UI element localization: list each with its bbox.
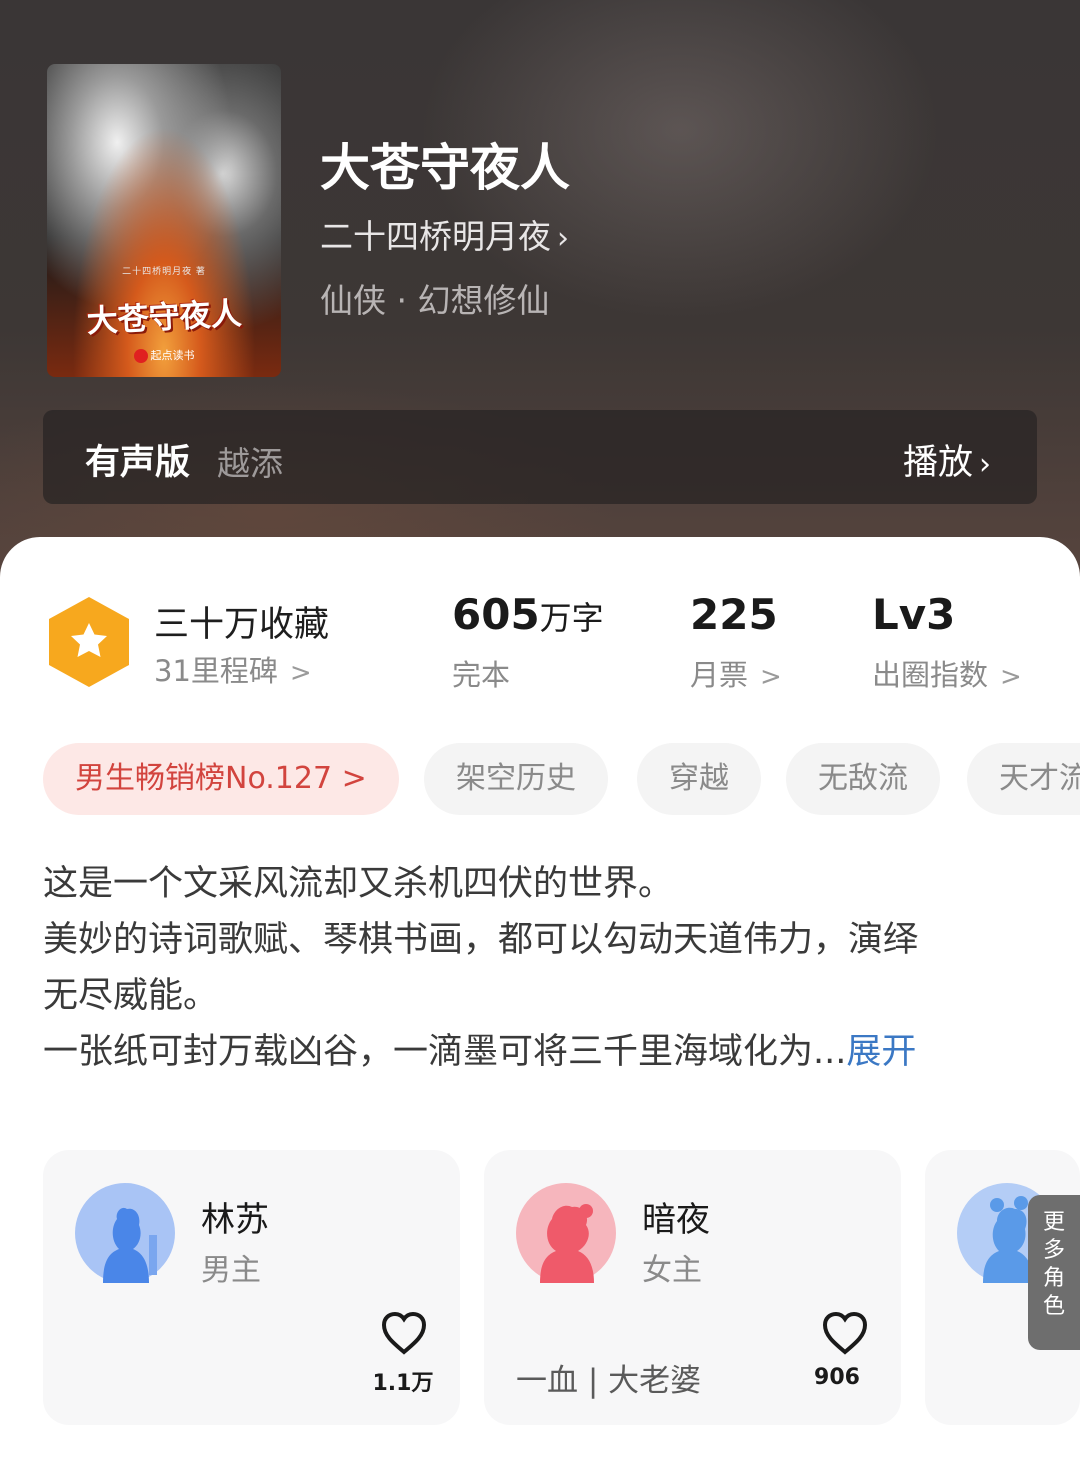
role-name: 林苏 (201, 1200, 269, 1240)
word-count-unit: 万字 (539, 599, 604, 637)
chevron-right-icon: > (289, 658, 312, 688)
avatar (75, 1183, 175, 1283)
audio-version-label: 有声版 (85, 443, 191, 483)
tag-alt-history[interactable]: 架空历史 (424, 743, 608, 815)
role-card[interactable]: 林苏 男主 1.1万 (43, 1150, 460, 1425)
more-roles-char: 角 (1042, 1266, 1065, 1291)
description-line: 这是一个文采风流却又杀机四伏的世界。 (43, 864, 674, 904)
audio-narrator: 越添 (217, 444, 283, 483)
avatar (516, 1183, 616, 1283)
completion-status: 完本 (452, 658, 511, 692)
cover-author-text: 二十四桥明月夜 著 (122, 267, 206, 277)
description-line: 美妙的诗词歌赋、琴棋书画，都可以勾动天道伟力，演绎 (43, 920, 919, 960)
description-line: 一张纸可封万载凶谷，一滴墨可将三千里海域化为...展开 (43, 1024, 1033, 1080)
more-roles-button[interactable]: 更 多 角 色 (1028, 1195, 1080, 1350)
description-text: 一张纸可封万载凶谷，一滴墨可将三千里海域化为... (43, 1032, 847, 1072)
monthly-ticket-count: 225 (690, 590, 778, 639)
milestone-label: 31里程碑 (154, 654, 278, 688)
book-genre: 仙侠 · 幻想修仙 (320, 281, 550, 320)
milestone-badge-icon (49, 597, 129, 687)
tag-genius[interactable]: 天才流 (967, 743, 1080, 815)
influence-level: Lv3 (872, 590, 956, 639)
cover-publisher-text: 起点读书 (150, 349, 195, 362)
influence-link[interactable]: 出圈指数 > (872, 652, 1022, 694)
heart-icon[interactable] (821, 1310, 869, 1356)
like-count: 1.1万 (372, 1371, 434, 1396)
ranking-tag[interactable]: 男生畅销榜No.127 > (43, 743, 399, 815)
role-name: 暗夜 (642, 1200, 710, 1240)
book-description: 这是一个文采风流却又杀机四伏的世界。 美妙的诗词歌赋、琴棋书画，都可以勾动天道伟… (43, 856, 1033, 1080)
expand-link[interactable]: 展开 (846, 1032, 916, 1072)
chevron-right-icon: › (979, 447, 991, 482)
monthly-ticket-label: 月票 (690, 658, 749, 692)
influence-label: 出圈指数 (872, 658, 989, 692)
collection-count: 三十万收藏 (154, 605, 330, 645)
cover-publisher: 起点读书 (47, 347, 281, 363)
word-count: 605万字 (452, 590, 604, 639)
character-silhouette-icon (75, 1183, 175, 1283)
role-tagline: 一血 | 大老婆 (516, 1363, 702, 1399)
cover-title-text: 大苍守夜人 (85, 295, 243, 341)
monthly-ticket-link[interactable]: 月票 > (690, 652, 782, 694)
role-type: 男主 (201, 1253, 261, 1288)
book-cover[interactable]: 二十四桥明月夜 著 大苍守夜人 起点读书 (47, 64, 281, 377)
description-line: 无尽威能。 (43, 976, 219, 1016)
play-button[interactable]: 播放 › (903, 434, 991, 485)
chevron-right-icon: > (760, 662, 782, 692)
more-roles-char: 更 (1042, 1210, 1065, 1235)
more-roles-char: 多 (1042, 1238, 1065, 1263)
milestone-link[interactable]: 31里程碑 > (154, 648, 312, 690)
character-silhouette-icon (516, 1183, 616, 1283)
role-card[interactable]: 暗夜 女主 一血 | 大老婆 906 (484, 1150, 901, 1425)
author-link[interactable]: 二十四桥明月夜 › (320, 210, 569, 258)
audio-version-bar[interactable]: 有声版 越添 播放 › (43, 410, 1037, 504)
role-type: 女主 (642, 1253, 702, 1288)
more-roles-char: 色 (1042, 1294, 1065, 1319)
heart-icon[interactable] (380, 1310, 428, 1356)
publisher-logo-icon (133, 349, 148, 363)
chevron-right-icon: › (557, 221, 569, 256)
author-name: 二十四桥明月夜 (320, 217, 551, 256)
play-label: 播放 (902, 443, 973, 483)
tag-invincible[interactable]: 无敌流 (786, 743, 940, 815)
word-count-number: 605 (452, 590, 540, 639)
tag-time-travel[interactable]: 穿越 (637, 743, 761, 815)
book-title: 大苍守夜人 (320, 138, 570, 197)
chevron-right-icon: > (1000, 662, 1022, 692)
like-count: 906 (814, 1365, 860, 1390)
